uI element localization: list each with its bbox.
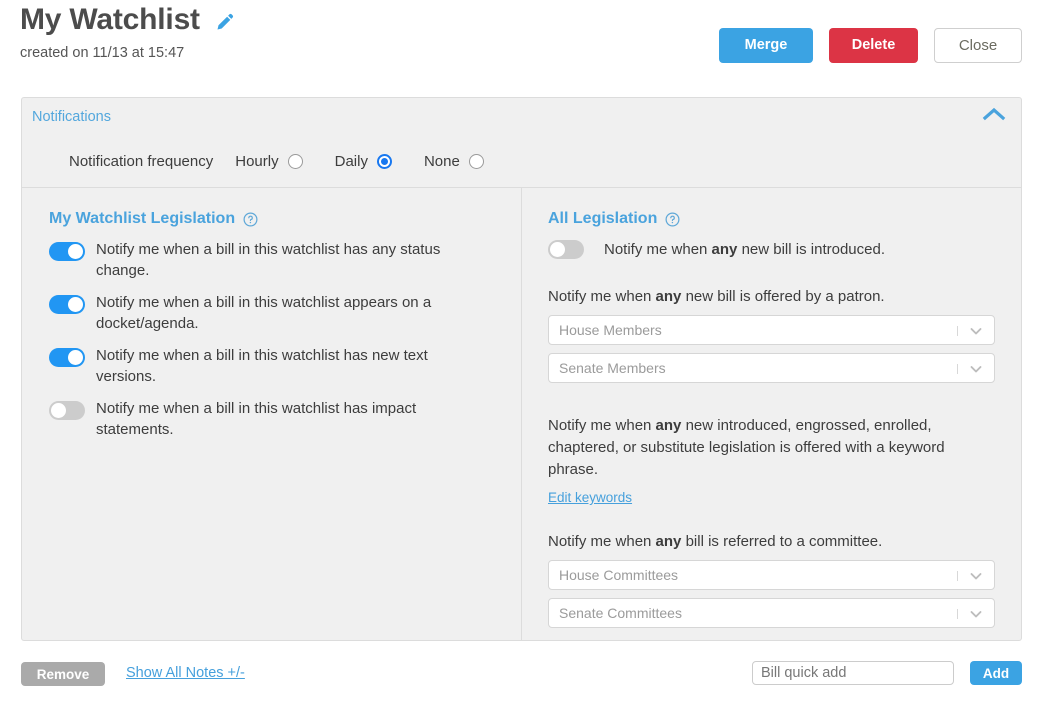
keyword-section-text: Notify me when any new introduced, engro… xyxy=(548,417,945,478)
bill-quick-add-input[interactable] xyxy=(752,661,954,685)
select-separator xyxy=(957,326,958,336)
toggle-knob xyxy=(550,242,565,257)
add-button[interactable]: Add xyxy=(970,661,1022,685)
panel-header: Notifications xyxy=(22,98,1021,135)
toggle-knob xyxy=(68,244,83,259)
radio-circle-daily[interactable] xyxy=(376,153,392,169)
title-block: My Watchlist created on 11/13 at 15:47 xyxy=(20,2,234,62)
house-committees-placeholder: House Committees xyxy=(559,567,679,583)
senate-committees-select[interactable]: Senate Committees xyxy=(548,598,995,628)
senate-members-select[interactable]: Senate Members xyxy=(548,353,995,383)
delete-button[interactable]: Delete xyxy=(829,28,918,63)
toggle-row-any-new-bill[interactable]: Notify me when any new bill is introduce… xyxy=(548,239,995,260)
toggle-docket-agenda[interactable] xyxy=(49,295,85,314)
chevron-down-icon[interactable] xyxy=(969,569,983,583)
house-committees-select[interactable]: House Committees xyxy=(548,560,995,590)
radio-label-hourly: Hourly xyxy=(235,152,279,170)
senate-members-placeholder: Senate Members xyxy=(559,360,666,376)
radio-circle-hourly[interactable] xyxy=(287,153,303,169)
all-legislation-column: All Legislation Notify me when any new b… xyxy=(522,188,1021,640)
radio-label-none: None xyxy=(423,152,460,170)
panel-columns: My Watchlist Legislation Notify me when … xyxy=(22,188,1021,640)
toggle-impact-statements[interactable] xyxy=(49,401,85,420)
select-separator xyxy=(957,609,958,619)
select-separator xyxy=(957,364,958,374)
toggle-knob xyxy=(68,297,83,312)
toggle-row-docket-agenda[interactable]: Notify me when a bill in this watchlist … xyxy=(49,292,501,334)
watchlist-page: My Watchlist created on 11/13 at 15:47 M… xyxy=(0,0,1043,701)
senate-committees-placeholder: Senate Committees xyxy=(559,605,682,621)
select-separator xyxy=(957,571,958,581)
help-circle-icon[interactable] xyxy=(665,212,680,227)
panel-title: Notifications xyxy=(32,109,111,125)
toggle-label-status-change: Notify me when a bill in this watchlist … xyxy=(96,241,441,279)
pencil-icon[interactable] xyxy=(214,12,234,32)
toggle-label-impact-statements: Notify me when a bill in this watchlist … xyxy=(96,400,417,438)
right-column-heading: All Legislation xyxy=(548,210,995,228)
chevron-down-icon[interactable] xyxy=(969,607,983,621)
notification-frequency-row: Notification frequency Hourly Daily None xyxy=(22,135,1021,187)
help-circle-icon[interactable] xyxy=(243,212,258,227)
house-members-select[interactable]: House Members xyxy=(548,315,995,345)
toggle-row-status-change[interactable]: Notify me when a bill in this watchlist … xyxy=(49,239,501,281)
chevron-down-icon[interactable] xyxy=(969,362,983,376)
radio-option-none[interactable]: None xyxy=(424,153,484,170)
toggle-label-any-new-bill: Notify me when any new bill is introduce… xyxy=(604,241,885,258)
radio-option-daily[interactable]: Daily xyxy=(335,153,392,170)
show-all-notes-link[interactable]: Show All Notes +/- xyxy=(126,665,245,681)
chevron-down-icon[interactable] xyxy=(969,324,983,338)
left-column-heading: My Watchlist Legislation xyxy=(49,210,501,228)
patron-section-text: Notify me when any new bill is offered b… xyxy=(548,288,885,305)
right-heading-label: All Legislation xyxy=(548,210,658,227)
toggle-text-versions[interactable] xyxy=(49,348,85,367)
chevron-up-icon[interactable] xyxy=(981,103,1007,125)
radio-option-hourly[interactable]: Hourly xyxy=(235,152,303,170)
notifications-panel: Notifications Notification frequency Hou… xyxy=(21,97,1022,641)
frequency-label: Notification frequency xyxy=(69,152,214,170)
left-heading-label: My Watchlist Legislation xyxy=(49,210,236,227)
remove-button[interactable]: Remove xyxy=(21,662,105,686)
toggle-row-text-versions[interactable]: Notify me when a bill in this watchlist … xyxy=(49,345,501,387)
radio-circle-none[interactable] xyxy=(468,153,484,169)
toggle-row-impact-statements[interactable]: Notify me when a bill in this watchlist … xyxy=(49,398,501,440)
header-actions: Merge Delete Close xyxy=(719,28,1022,63)
radio-label-daily: Daily xyxy=(334,152,368,170)
title-row: My Watchlist xyxy=(20,2,234,38)
committee-section-text: Notify me when any bill is referred to a… xyxy=(548,533,883,550)
page-title: My Watchlist xyxy=(20,3,200,36)
toggle-label-text-versions: Notify me when a bill in this watchlist … xyxy=(96,347,428,385)
merge-button[interactable]: Merge xyxy=(719,28,813,63)
house-members-placeholder: House Members xyxy=(559,322,662,338)
edit-keywords-link[interactable]: Edit keywords xyxy=(548,490,632,505)
toggle-knob xyxy=(68,350,83,365)
close-button[interactable]: Close xyxy=(934,28,1022,63)
toggle-knob xyxy=(51,403,66,418)
my-watchlist-legislation-column: My Watchlist Legislation Notify me when … xyxy=(22,188,522,640)
page-header: My Watchlist created on 11/13 at 15:47 M… xyxy=(0,0,1043,88)
toggle-status-change[interactable] xyxy=(49,242,85,261)
toggle-label-docket-agenda: Notify me when a bill in this watchlist … xyxy=(96,294,432,332)
created-subtitle: created on 11/13 at 15:47 xyxy=(20,45,185,61)
toggle-any-new-bill[interactable] xyxy=(548,240,584,259)
